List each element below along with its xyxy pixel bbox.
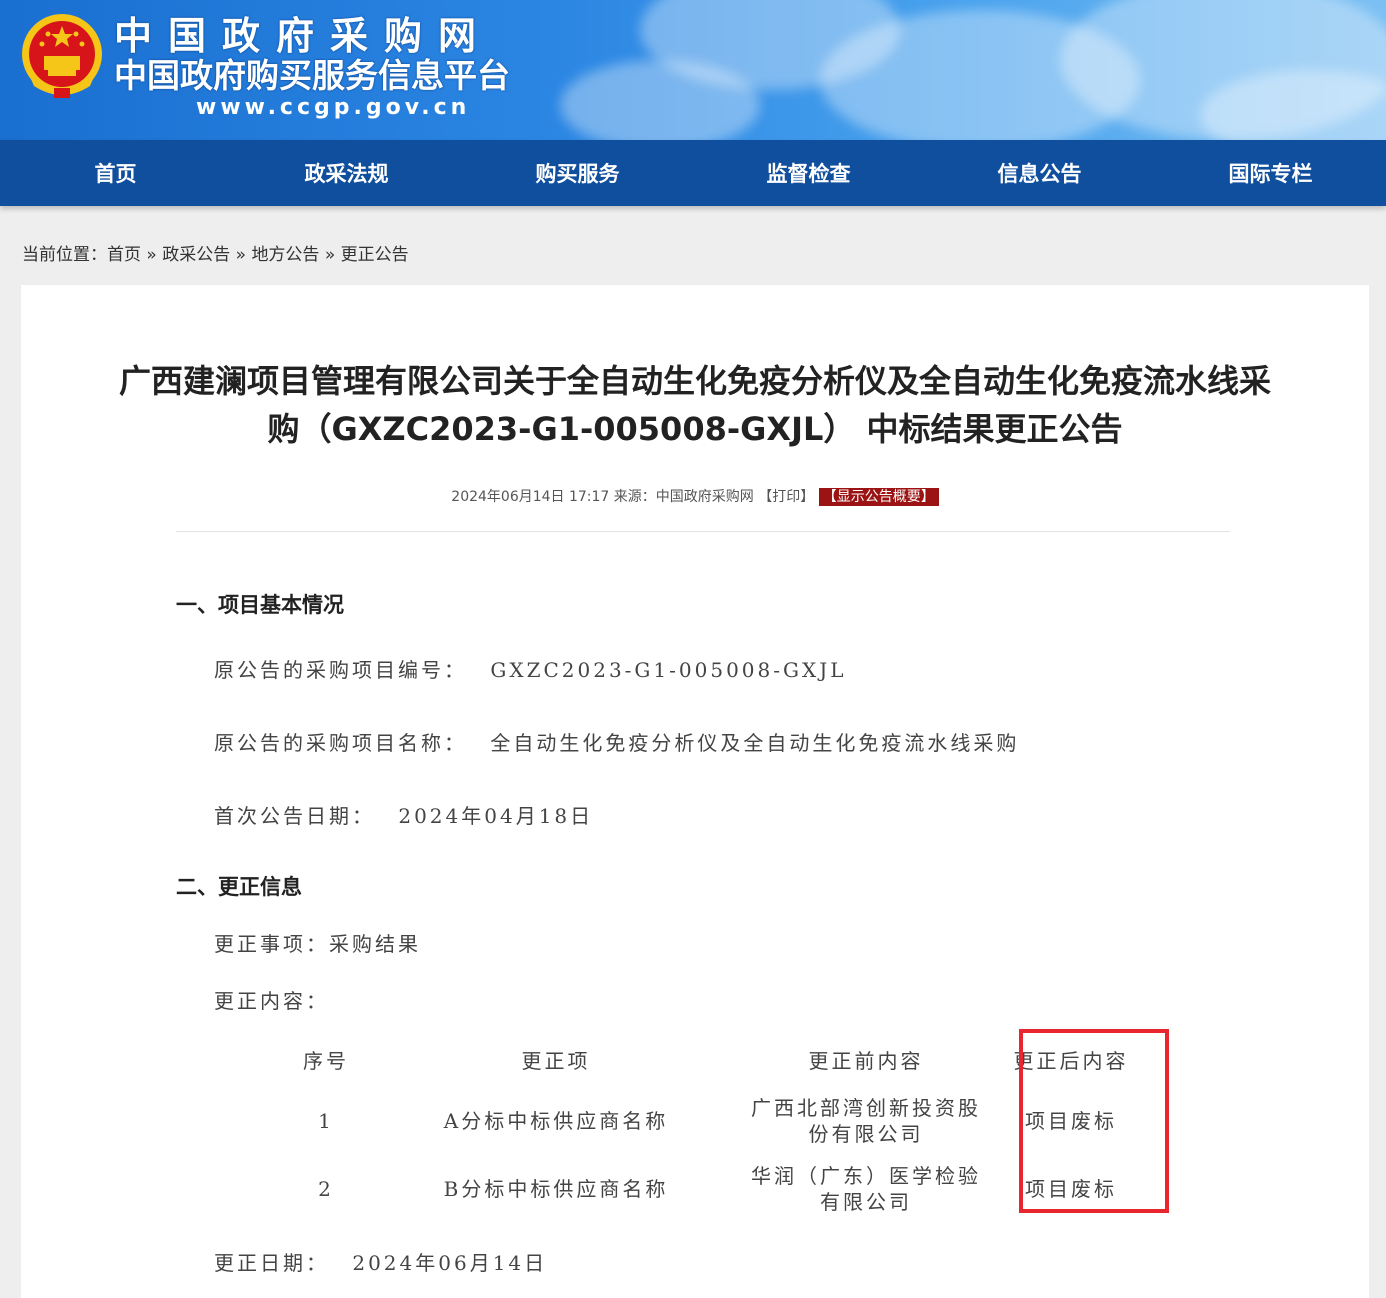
breadcrumb-correction[interactable]: 更正公告 bbox=[341, 245, 409, 265]
project-no-row: 原公告的采购项目编号： GXZC2023-G1-005008-GXJL bbox=[214, 655, 847, 685]
article-card: 广西建澜项目管理有限公司关于全自动生化免疫分析仪及全自动生化免疫流水线采 购（G… bbox=[21, 285, 1369, 1298]
article-meta: 2024年06月14日 17:17 来源：中国政府采购网 【打印】 【显示公告概… bbox=[21, 485, 1369, 509]
header-before: 更正前内容 bbox=[808, 1049, 924, 1073]
main-nav: 首页 政采法规 购买服务 监督检查 信息公告 国际专栏 bbox=[0, 140, 1386, 206]
row-item: A分标中标供应商名称 bbox=[443, 1109, 669, 1133]
article-title-line2: 购（GXZC2023-G1-005008-GXJL） 中标结果更正公告 bbox=[267, 410, 1123, 448]
breadcrumb-prefix: 当前位置： bbox=[22, 245, 107, 265]
site-subtitle: 中国政府购买服务信息平台 bbox=[114, 56, 510, 95]
section-correction-title: 二、更正信息 bbox=[176, 875, 302, 899]
publish-date: 2024年06月14日 17:17 bbox=[451, 489, 610, 505]
breadcrumb-separator: » bbox=[146, 245, 157, 265]
project-name-row: 原公告的采购项目名称： 全自动生化免疫分析仪及全自动生化免疫流水线采购 bbox=[214, 728, 1019, 758]
row-item: B分标中标供应商名称 bbox=[443, 1177, 669, 1201]
table-header-row: 序号 更正项 更正前内容 更正后内容 bbox=[276, 1035, 1146, 1087]
project-name-label: 原公告的采购项目名称： bbox=[214, 731, 467, 755]
breadcrumb-separator: » bbox=[235, 245, 247, 265]
article-title: 广西建澜项目管理有限公司关于全自动生化免疫分析仪及全自动生化免疫流水线采 购（G… bbox=[43, 357, 1347, 453]
article-title-line1: 广西建澜项目管理有限公司关于全自动生化免疫分析仪及全自动生化免疫流水线采 bbox=[118, 362, 1271, 400]
row-no: 1 bbox=[318, 1109, 334, 1133]
source-label: 来源： bbox=[613, 489, 656, 505]
nav-item-supervision[interactable]: 监督检查 bbox=[693, 140, 924, 206]
correction-content-label: 更正内容： bbox=[214, 989, 329, 1013]
correction-item-row: 更正事项：采购结果 bbox=[214, 929, 421, 959]
first-date-value: 2024年04月18日 bbox=[398, 804, 594, 828]
breadcrumb-home[interactable]: 首页 bbox=[107, 245, 141, 265]
table-row: 1 A分标中标供应商名称 广西北部湾创新投资股 份有限公司 项目废标 bbox=[276, 1087, 1146, 1155]
correction-date-value: 2024年06月14日 bbox=[352, 1251, 548, 1275]
table-row: 2 B分标中标供应商名称 华润（广东）医学检验 有限公司 项目废标 bbox=[276, 1155, 1146, 1223]
row-before: 广西北部湾创新投资股 份有限公司 bbox=[736, 1087, 996, 1155]
divider bbox=[176, 531, 1230, 532]
correction-item-value: 采购结果 bbox=[329, 932, 421, 956]
first-date-row: 首次公告日期： 2024年04月18日 bbox=[214, 801, 593, 831]
breadcrumb-gov-procurement[interactable]: 政采公告 bbox=[162, 245, 230, 265]
nav-item-announcements[interactable]: 信息公告 bbox=[924, 140, 1155, 206]
print-link[interactable]: 【打印】 bbox=[758, 489, 814, 505]
correction-item-label: 更正事项： bbox=[214, 932, 329, 956]
row-before-line2: 有限公司 bbox=[820, 1190, 912, 1214]
row-before: 华润（广东）医学检验 有限公司 bbox=[736, 1155, 996, 1223]
project-no-value: GXZC2023-G1-005008-GXJL bbox=[490, 658, 847, 682]
nav-item-home[interactable]: 首页 bbox=[0, 140, 231, 206]
header-no: 序号 bbox=[303, 1049, 349, 1073]
header-item: 更正项 bbox=[521, 1049, 591, 1073]
correction-table: 序号 更正项 更正前内容 更正后内容 1 A分标中标供应商名称 广西北部湾创新投… bbox=[276, 1035, 1146, 1223]
nav-item-regulations[interactable]: 政采法规 bbox=[231, 140, 462, 206]
row-before-line1: 华润（广东）医学检验 bbox=[751, 1164, 981, 1188]
project-name-value: 全自动生化免疫分析仪及全自动生化免疫流水线采购 bbox=[490, 731, 1020, 755]
breadcrumb-local[interactable]: 地方公告 bbox=[251, 245, 319, 265]
correction-date-row: 更正日期： 2024年06月14日 bbox=[214, 1248, 547, 1278]
row-no: 2 bbox=[318, 1177, 334, 1201]
project-no-label: 原公告的采购项目编号： bbox=[214, 658, 467, 682]
breadcrumb: 当前位置：首页 » 政采公告 » 地方公告 » 更正公告 bbox=[22, 243, 409, 267]
correction-date-label: 更正日期： bbox=[214, 1251, 329, 1275]
site-banner: 中国政府采购网 中国政府购买服务信息平台 www.ccgp.gov.cn bbox=[0, 0, 1386, 140]
row-before-line2: 份有限公司 bbox=[808, 1122, 924, 1146]
section-basic-info-title: 一、项目基本情况 bbox=[176, 593, 344, 617]
breadcrumb-separator: » bbox=[324, 245, 336, 265]
national-emblem-icon bbox=[22, 14, 102, 98]
first-date-label: 首次公告日期： bbox=[214, 804, 375, 828]
site-name: 中国政府采购网 bbox=[114, 14, 493, 58]
show-summary-button[interactable]: 【显示公告概要】 bbox=[818, 488, 939, 506]
highlight-box bbox=[1019, 1029, 1169, 1213]
row-before-line1: 广西北部湾创新投资股 bbox=[751, 1096, 981, 1120]
nav-item-purchase-services[interactable]: 购买服务 bbox=[462, 140, 693, 206]
nav-item-international[interactable]: 国际专栏 bbox=[1155, 140, 1386, 206]
source-name: 中国政府采购网 bbox=[655, 489, 754, 505]
site-url: www.ccgp.gov.cn bbox=[196, 95, 471, 120]
